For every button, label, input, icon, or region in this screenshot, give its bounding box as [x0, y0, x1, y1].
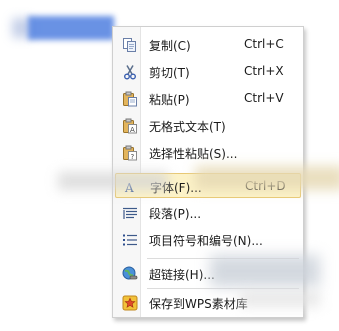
menu-item-label: 段落(P)... [149, 207, 202, 221]
menu-item-paste-special[interactable]: ? 选择性粘贴(S)... [115, 140, 301, 165]
menu-item-bullets-numbering[interactable]: 项目符号和编号(N)... [115, 227, 301, 252]
menu-item-copy[interactable]: 复制(C) Ctrl+C [115, 32, 301, 57]
menu-item-label: 粘贴(P) [149, 93, 190, 107]
paste-special-icon: ? [122, 145, 138, 161]
blurred-region [58, 172, 168, 190]
menu-item-paste-plain-text[interactable]: A 无格式文本(T) [115, 113, 301, 138]
copy-icon [122, 37, 138, 53]
menu-item-label: 无格式文本(T) [149, 120, 226, 134]
menu-item-shortcut: Ctrl+X [244, 64, 284, 78]
blurred-region [240, 291, 320, 307]
menu-item-label: 剪切(T) [149, 66, 190, 80]
paste-plain-text-icon: A [122, 118, 138, 134]
hyperlink-icon [122, 266, 138, 282]
menu-item-label: 复制(C) [149, 39, 191, 53]
bullets-numbering-icon [122, 232, 138, 248]
menu-item-shortcut: Ctrl+V [244, 91, 284, 105]
menu-item-shortcut: Ctrl+C [244, 37, 284, 51]
menu-item-label: 保存到WPS素材库 [149, 297, 248, 311]
menu-item-label: 选择性粘贴(S)... [149, 147, 238, 161]
selected-text-highlight [28, 16, 114, 40]
menu-item-paste[interactable]: 粘贴(P) Ctrl+V [115, 86, 301, 111]
paste-icon [122, 91, 138, 107]
blurred-region [195, 166, 339, 190]
svg-text:?: ? [131, 153, 135, 161]
scissors-icon [122, 64, 138, 80]
svg-text:A: A [130, 126, 135, 134]
star-save-icon [122, 295, 138, 311]
blurred-region [210, 255, 320, 287]
paragraph-icon [122, 205, 138, 221]
menu-item-paragraph[interactable]: 段落(P)... [115, 200, 301, 225]
menu-separator [147, 288, 299, 289]
menu-item-label: 超链接(H)... [149, 268, 215, 282]
menu-item-cut[interactable]: 剪切(T) Ctrl+X [115, 59, 301, 84]
menu-item-label: 项目符号和编号(N)... [149, 234, 263, 248]
